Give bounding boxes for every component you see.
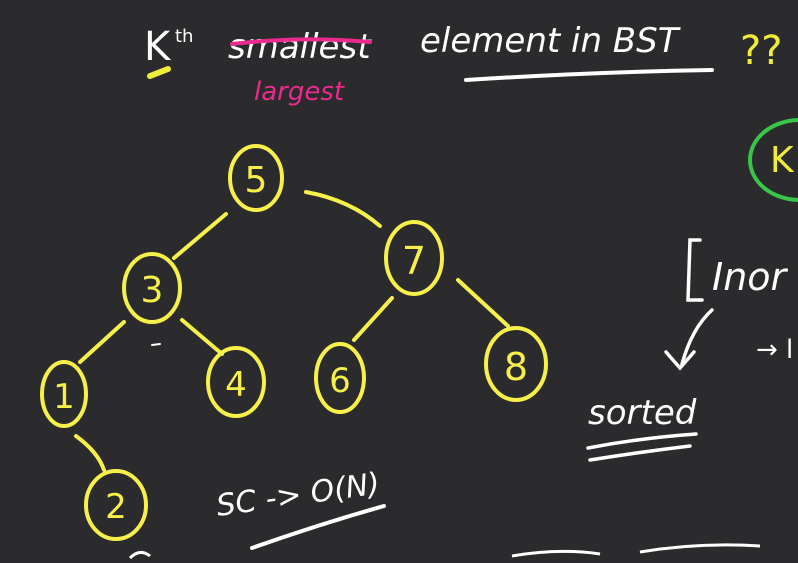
node-label: 5: [245, 160, 268, 201]
arrow-right: → l: [756, 335, 793, 365]
k-highlight-mark: [147, 66, 171, 79]
sorted-label: sorted: [588, 393, 697, 433]
edge-1-2: [74, 434, 106, 472]
tree-node-5: 5: [228, 144, 284, 212]
tree-node-4: 4: [206, 346, 266, 418]
right-notes: K Inor → l sorted: [586, 118, 798, 462]
edge-5-3: [172, 212, 228, 260]
bottom-scribble-right: [511, 543, 761, 558]
arrow-to-sorted-head: [664, 350, 696, 371]
title-k: K: [144, 24, 172, 70]
title-k-superscript: th: [175, 26, 193, 47]
sorted-underline-2: [588, 444, 692, 462]
tree-edges: [74, 190, 510, 472]
chalk-dot: [151, 343, 161, 346]
inorder-bracket: [686, 238, 704, 302]
tree-node-3: 3: [122, 252, 182, 324]
title-group: K th smallest largest element in BST ??: [144, 21, 782, 107]
title-struck-word: smallest: [228, 27, 372, 67]
bottom-scribble: [128, 551, 151, 560]
inorder-label: Inor: [712, 255, 789, 299]
edge-7-6: [352, 296, 394, 342]
whiteboard-canvas: K th smallest largest element in BST ?? …: [40, 21, 798, 560]
node-label: 6: [329, 361, 351, 401]
edge-3-1: [78, 320, 126, 364]
node-label: 4: [225, 365, 247, 405]
edge-5-7: [304, 190, 382, 228]
tree-node-2: 2: [84, 469, 148, 541]
node-label: 2: [105, 487, 127, 527]
node-label: 7: [402, 239, 426, 283]
node-label: 8: [504, 345, 528, 389]
title-replacement-word: largest: [254, 77, 345, 107]
whiteboard: K th smallest largest element in BST ?? …: [0, 0, 798, 560]
space-complexity-note: SC -> O(N): [214, 466, 386, 550]
title-underline: [464, 68, 714, 82]
side-label-k: K: [770, 140, 795, 181]
edge-3-4: [180, 318, 224, 356]
arrow-to-sorted: [680, 308, 714, 366]
tree-node-7: 7: [384, 220, 444, 296]
edge-7-8: [456, 278, 510, 328]
title-question-marks: ??: [740, 28, 782, 74]
node-label: 3: [141, 270, 164, 311]
title-rest: element in BST: [420, 21, 681, 61]
node-label: 1: [53, 377, 75, 417]
tree-node-6: 6: [314, 342, 366, 414]
tree-node-8: 8: [484, 326, 548, 402]
tree-node-1: 1: [40, 360, 88, 428]
